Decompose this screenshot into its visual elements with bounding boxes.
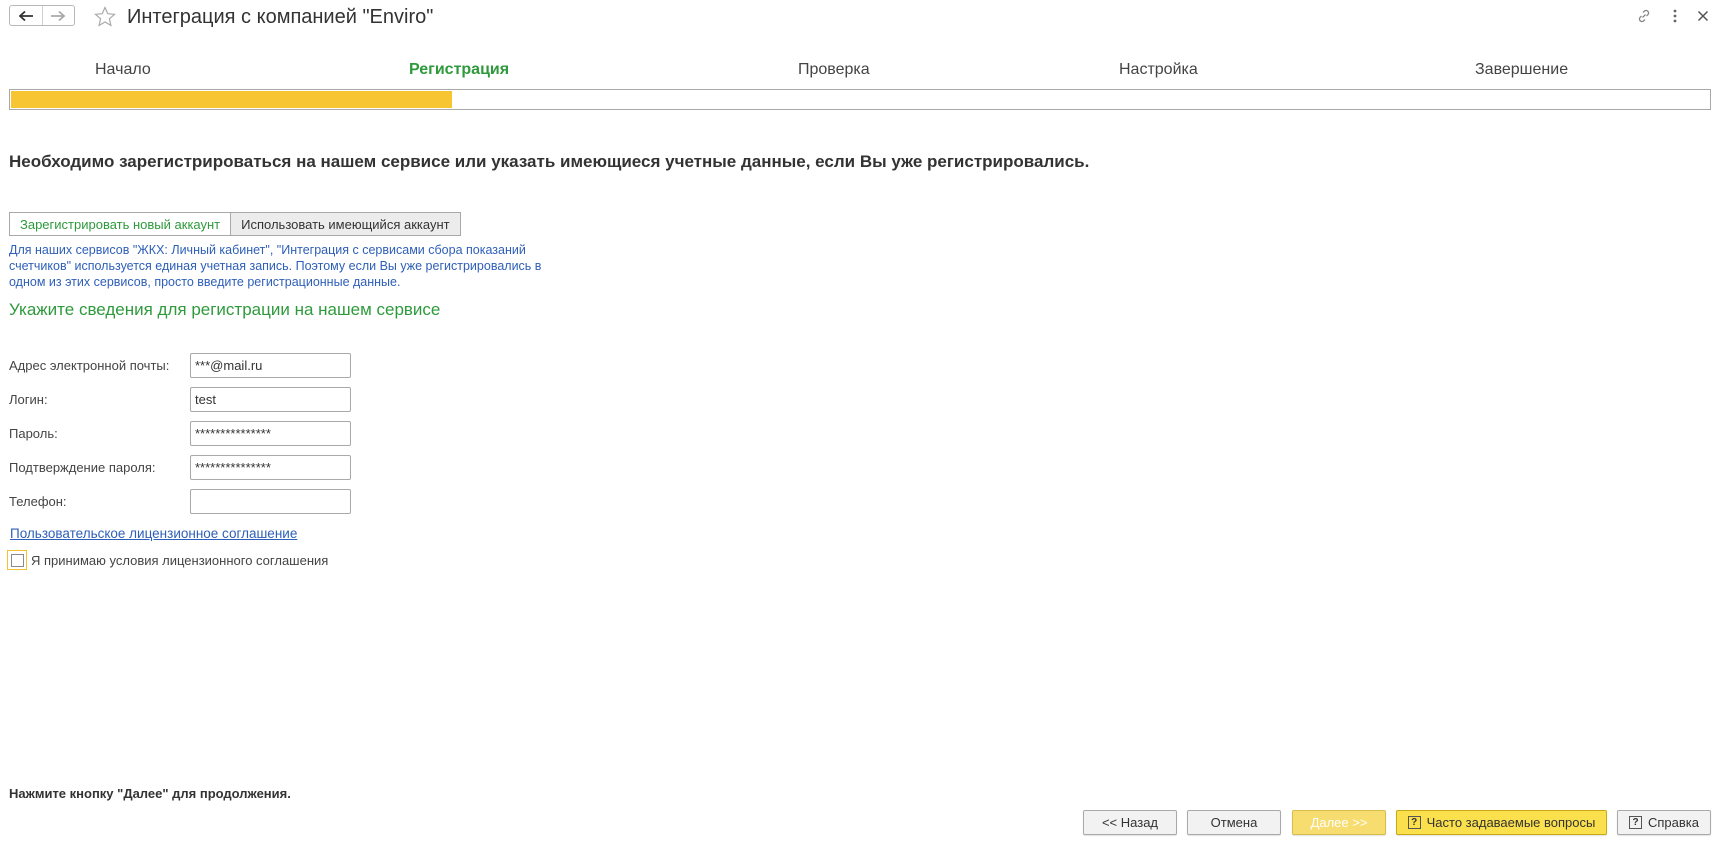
history-nav (9, 5, 75, 26)
favorite-star-icon[interactable] (94, 6, 116, 28)
wizard-progress-bar (9, 89, 1711, 110)
tab-use-existing-account[interactable]: Использовать имеющийся аккаунт (231, 212, 461, 236)
back-button[interactable]: << Назад (1083, 810, 1177, 835)
accept-license-label[interactable]: Я принимаю условия лицензионного соглаше… (31, 553, 328, 568)
instruction-text: Необходимо зарегистрироваться на нашем с… (9, 152, 1090, 171)
login-field[interactable] (190, 387, 351, 412)
back-arrow-button[interactable] (10, 6, 42, 25)
progress-fill (11, 91, 452, 108)
step-check: Проверка (798, 61, 870, 78)
phone-field[interactable] (190, 489, 351, 514)
step-registration: Регистрация (409, 61, 510, 78)
phone-label: Телефон: (9, 494, 67, 509)
password-label: Пароль: (9, 426, 58, 441)
help-icon: ? (1629, 816, 1642, 829)
arrow-right-icon (51, 10, 66, 21)
help-button-label: Справка (1648, 815, 1699, 830)
step-finish: Завершение (1475, 61, 1569, 78)
confirm-password-label: Подтверждение пароля: (9, 460, 156, 475)
more-options-icon[interactable] (1665, 6, 1685, 26)
close-icon[interactable] (1693, 6, 1713, 26)
faq-button[interactable]: ? Часто задаваемые вопросы (1396, 810, 1607, 835)
step-settings: Настройка (1119, 61, 1198, 78)
email-field[interactable] (190, 353, 351, 378)
faq-button-label: Часто задаваемые вопросы (1426, 815, 1596, 830)
accept-license-checkbox[interactable] (7, 550, 27, 570)
forward-arrow-button[interactable] (41, 6, 75, 25)
email-label: Адрес электронной почты: (9, 358, 170, 373)
step-start: Начало (95, 61, 151, 78)
cancel-button[interactable]: Отмена (1187, 810, 1281, 835)
confirm-password-field[interactable] (190, 455, 351, 480)
section-title: Укажите сведения для регистрации на наше… (9, 300, 441, 319)
window-title: Интеграция с компанией "Enviro" (127, 6, 434, 28)
login-label: Логин: (9, 392, 48, 407)
account-mode-switch: Зарегистрировать новый аккаунт Использов… (9, 212, 461, 236)
tab-register-new-account[interactable]: Зарегистрировать новый аккаунт (9, 212, 232, 236)
footer-hint: Нажмите кнопку "Далее" для продолжения. (9, 786, 291, 801)
license-agreement-link[interactable]: Пользовательское лицензионное соглашение (10, 526, 297, 541)
help-button[interactable]: ? Справка (1617, 810, 1711, 835)
password-field[interactable] (190, 421, 351, 446)
question-icon: ? (1407, 816, 1421, 829)
link-icon[interactable] (1634, 6, 1654, 26)
info-text: Для наших сервисов "ЖКХ: Личный кабинет"… (9, 243, 542, 289)
arrow-left-icon (18, 10, 33, 21)
checkbox-box (10, 553, 24, 567)
next-button[interactable]: Далее >> (1292, 810, 1386, 835)
